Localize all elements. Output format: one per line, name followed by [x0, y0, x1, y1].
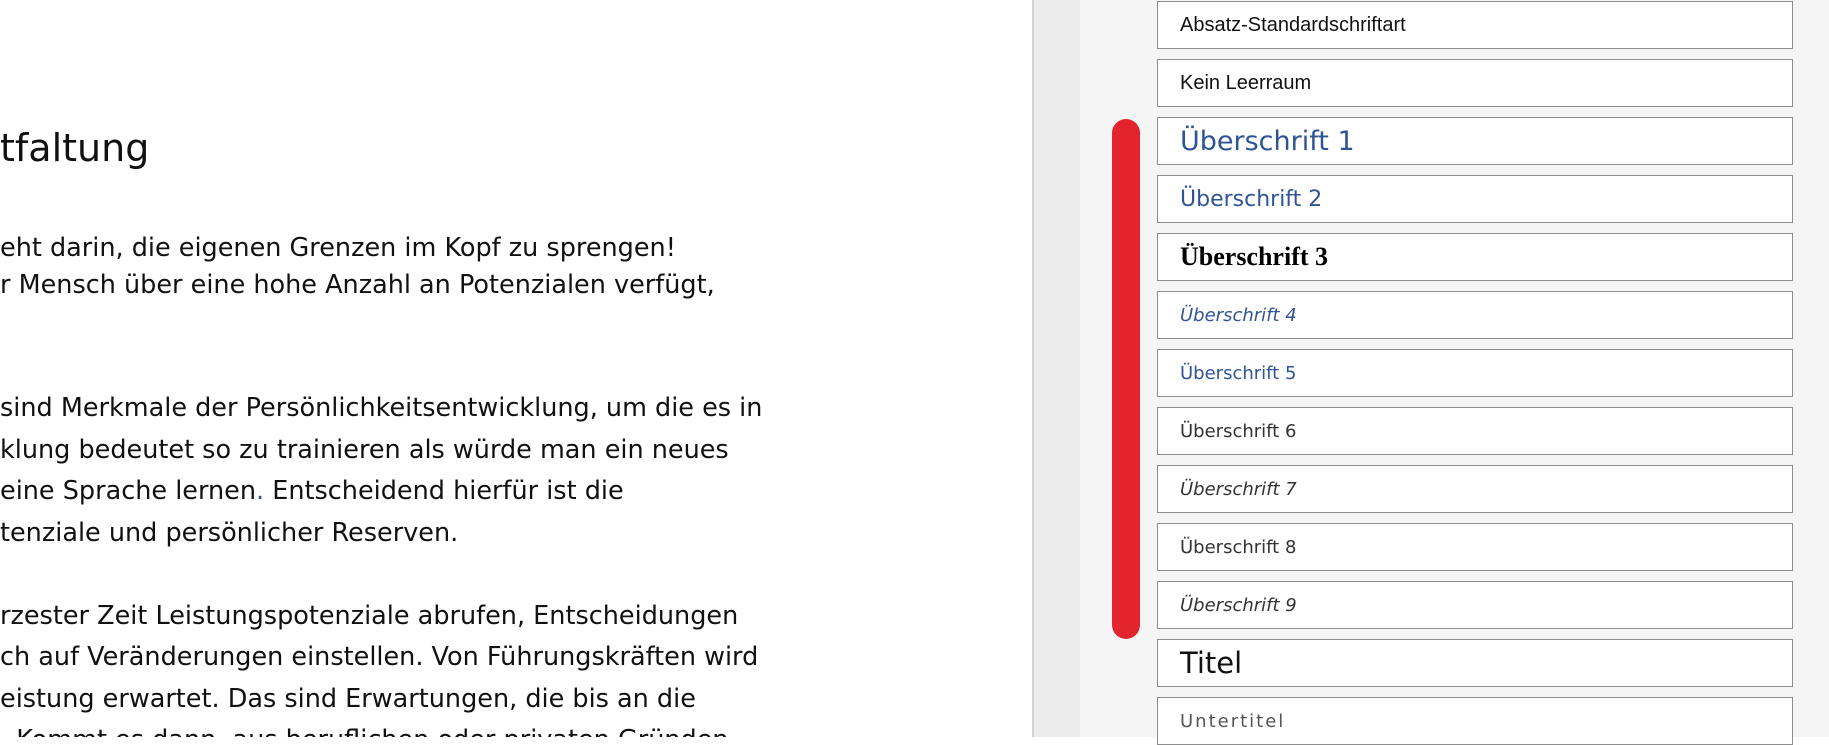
style-ueberschrift-1[interactable]: Überschrift 1: [1157, 117, 1793, 165]
style-ueberschrift-5[interactable]: Überschrift 5: [1157, 349, 1793, 397]
document-line: ch auf Veränderungen einstellen. Von Füh…: [0, 642, 759, 672]
document-line: rzester Zeit Leistungspotenziale abrufen…: [0, 601, 739, 631]
document-line: sind Merkmale der Persönlichkeitsentwick…: [0, 393, 763, 423]
style-ueberschrift-8[interactable]: Überschrift 8: [1157, 523, 1793, 571]
style-ueberschrift-2[interactable]: Überschrift 2: [1157, 175, 1793, 223]
document-line: klung bedeutet so zu trainieren als würd…: [0, 435, 729, 465]
style-ueberschrift-3[interactable]: Überschrift 3: [1157, 233, 1793, 281]
document-line: tenziale und persönlicher Reserven.: [0, 518, 459, 548]
style-ueberschrift-9[interactable]: Überschrift 9: [1157, 581, 1793, 629]
style-ueberschrift-4[interactable]: Überschrift 4: [1157, 291, 1793, 339]
style-untertitel[interactable]: Untertitel: [1157, 697, 1793, 745]
styles-scrollbar-thumb[interactable]: [1112, 119, 1140, 639]
document-line: r Mensch über eine hohe Anzahl an Potenz…: [0, 270, 715, 300]
document-line: eistung erwartet. Das sind Erwartungen, …: [0, 684, 696, 714]
document-text: eine Sprache lernen: [0, 476, 257, 506]
document-page[interactable]: tfaltung eht darin, die eigenen Grenzen …: [0, 0, 1032, 737]
document-line: eine Sprache lernen. Entscheidend hierfü…: [0, 476, 624, 506]
document-text: Entscheidend hierfür ist die: [264, 476, 624, 506]
document-heading: tfaltung: [0, 126, 150, 170]
pane-divider: [1032, 0, 1034, 737]
document-line: eht darin, die eigenen Grenzen im Kopf z…: [0, 233, 676, 263]
accent-period: .: [256, 476, 265, 506]
style-absatz-standardschriftart[interactable]: Absatz-Standardschriftart: [1157, 1, 1793, 49]
document-line: . Kommt es dann, aus beruflichen oder pr…: [0, 725, 729, 737]
style-titel[interactable]: Titel: [1157, 639, 1793, 687]
style-kein-leerraum[interactable]: Kein Leerraum: [1157, 59, 1793, 107]
style-ueberschrift-6[interactable]: Überschrift 6: [1157, 407, 1793, 455]
style-ueberschrift-7[interactable]: Überschrift 7: [1157, 465, 1793, 513]
